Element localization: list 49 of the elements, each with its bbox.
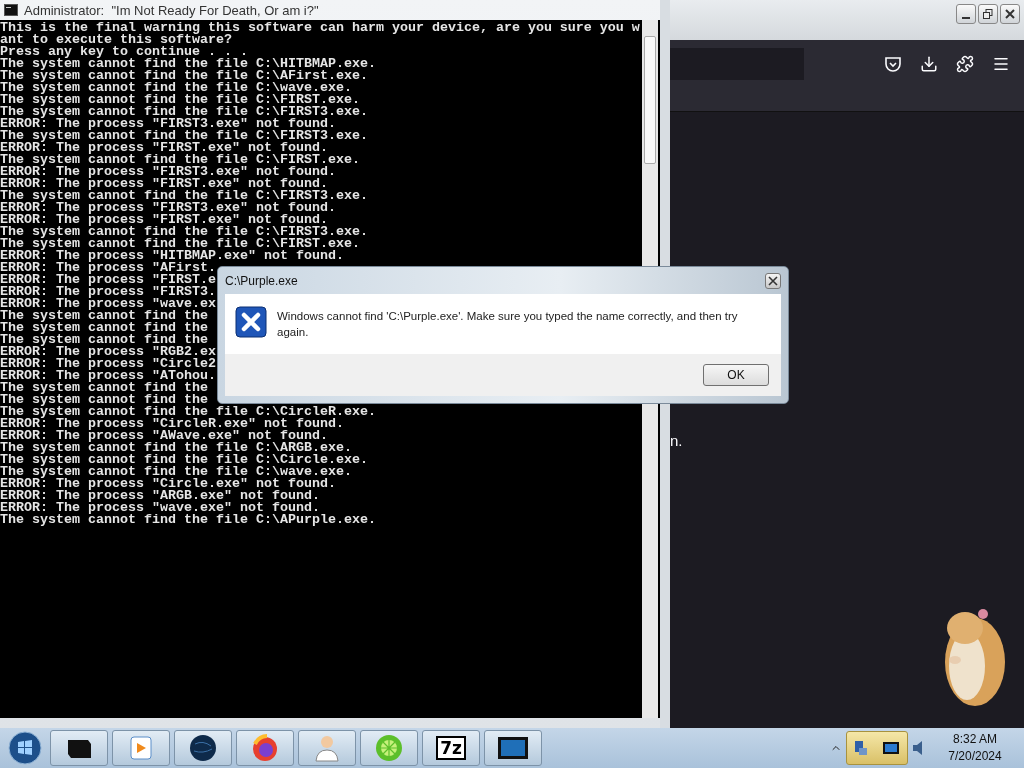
console-line: ERROR: The process "FIRST3. — [0, 286, 216, 298]
console-line: The system cannot find the file C:\Circle.exe. — [0, 454, 368, 466]
console-line: ERROR: The process "ARGB.exe" not found. — [0, 490, 320, 502]
console-line: The system cannot find the file C:\ARGB.exe. — [0, 442, 352, 454]
console-line: Press any key to continue . . . — [0, 46, 248, 58]
console-line: ERROR: The process "FIRST3.exe" not found. — [0, 166, 336, 178]
console-line: ERROR: The process "ATohou. — [0, 370, 216, 382]
console-line: ERROR: The process "AWave.exe" not found. — [0, 430, 328, 442]
console-line: The system cannot find the file C:\FIRST3.exe. — [0, 130, 368, 142]
console-line: The system cannot find the file C:\FIRST.exe. — [0, 94, 360, 106]
console-line: The system cannot find the file C:\FIRST3.exe. — [0, 190, 368, 202]
console-line: ERROR: The process "FIRST3.exe" not found. — [0, 202, 336, 214]
console-line: ERROR: The process "HITBMAP.exe" not found. — [0, 250, 344, 262]
console-line: The system cannot find the file C:\wave.exe. — [0, 82, 352, 94]
console-line: The system cannot find the — [0, 310, 208, 322]
console-line: The system cannot find the file C:\APurple.exe. — [0, 514, 376, 526]
console-line: The system cannot find the file C:\CircleR.exe. — [0, 406, 376, 418]
dialog-message: Windows cannot find 'C:\Purple.exe'. Make sure you typed the name correctly, and then try again. — [277, 309, 739, 340]
console-line: The system cannot find the — [0, 394, 208, 406]
console-line: ERROR: The process "CircleR.exe" not found. — [0, 418, 344, 430]
console-line: The system cannot find the — [0, 334, 208, 346]
window-title: Administrator: "Im Not Ready For Death, Or am i?" — [24, 2, 319, 18]
console-line: ERROR: The process "wave.ex — [0, 298, 216, 310]
console-line: This is the final warning this software can harm your device, are you sure you w — [0, 22, 640, 34]
dialog-title: C:\Purple.exe — [225, 273, 298, 288]
console-line: The system cannot find the file C:\wave.exe. — [0, 466, 352, 478]
console-line: ERROR: The process "FIRST3.exe" not found. — [0, 118, 336, 130]
console-line: The system cannot find the file C:\HITBMAP.exe. — [0, 58, 376, 70]
console-line: The system cannot find the file C:\FIRST3.exe. — [0, 106, 368, 118]
console-line: The system cannot find the file C:\AFirst.exe. — [0, 70, 368, 82]
console-line: The system cannot find the — [0, 322, 208, 334]
console-line: ERROR: The process "RGB2.ex — [0, 346, 216, 358]
console-line: The system cannot find the file C:\FIRST3.exe. — [0, 226, 368, 238]
console-line: ERROR: The process "FIRST.exe" not found. — [0, 142, 328, 154]
console-line: ERROR: The process "Circle2 — [0, 358, 216, 370]
page-text: n. — [670, 432, 683, 449]
console-line: ERROR: The process "wave.exe" not found. — [0, 502, 320, 514]
console-line: The system cannot find the file C:\FIRST.exe. — [0, 154, 360, 166]
console-line: ERROR: The process "FIRST.e — [0, 274, 216, 286]
console-line: ant to execute this software? — [0, 34, 232, 46]
console-line: ERROR: The process "AFirst. — [0, 262, 216, 274]
archive-logo: 7z — [436, 736, 466, 760]
console-line: ERROR: The process "FIRST.exe" not found. — [0, 178, 328, 190]
console-line: ERROR: The process "Circle.exe" not found. — [0, 478, 336, 490]
console-line: The system cannot find the — [0, 382, 208, 394]
console-line: ERROR: The process "FIRST.exe" not found. — [0, 214, 328, 226]
console-line: The system cannot find the file C:\FIRST.exe. — [0, 238, 360, 250]
clock-time: 8:32 AM — [953, 731, 997, 748]
clock-date: 7/20/2024 — [948, 748, 1002, 765]
